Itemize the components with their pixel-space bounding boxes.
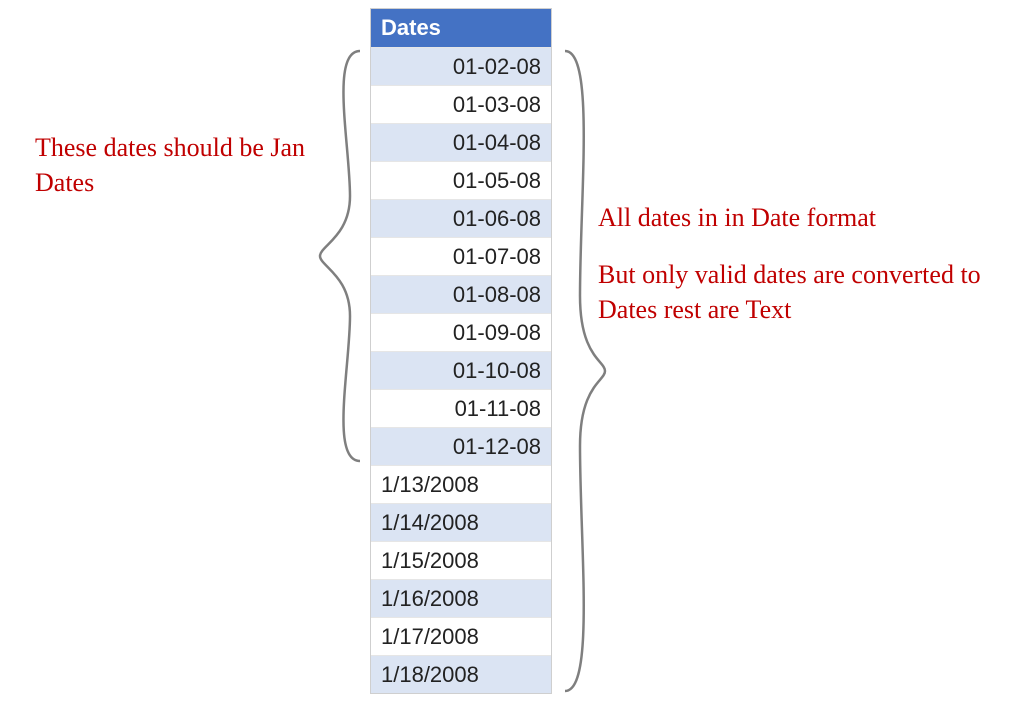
annotation-left: These dates should be Jan Dates [35,130,325,200]
table-row: 1/17/2008 [371,617,551,655]
table-row: 01-02-08 [371,47,551,85]
table-row: 1/13/2008 [371,465,551,503]
table-row: 01-12-08 [371,427,551,465]
brace-right-icon [555,46,615,696]
table-row: 01-04-08 [371,123,551,161]
table-row: 01-05-08 [371,161,551,199]
table-row: 01-10-08 [371,351,551,389]
annotation-right: All dates in in Date format But only val… [598,200,998,327]
annotation-right-p2: But only valid dates are converted to Da… [598,257,998,327]
annotation-right-p1: All dates in in Date format [598,200,998,235]
table-row: 01-11-08 [371,389,551,427]
table-row: 01-08-08 [371,275,551,313]
column-header-dates: Dates [371,9,551,47]
dates-table: Dates 01-02-0801-03-0801-04-0801-05-0801… [370,8,552,694]
table-row: 1/18/2008 [371,655,551,693]
table-row: 1/14/2008 [371,503,551,541]
table-row: 01-06-08 [371,199,551,237]
table-row: 1/16/2008 [371,579,551,617]
table-row: 01-03-08 [371,85,551,123]
table-row: 01-09-08 [371,313,551,351]
table-row: 1/15/2008 [371,541,551,579]
brace-left-icon [310,46,370,466]
table-row: 01-07-08 [371,237,551,275]
